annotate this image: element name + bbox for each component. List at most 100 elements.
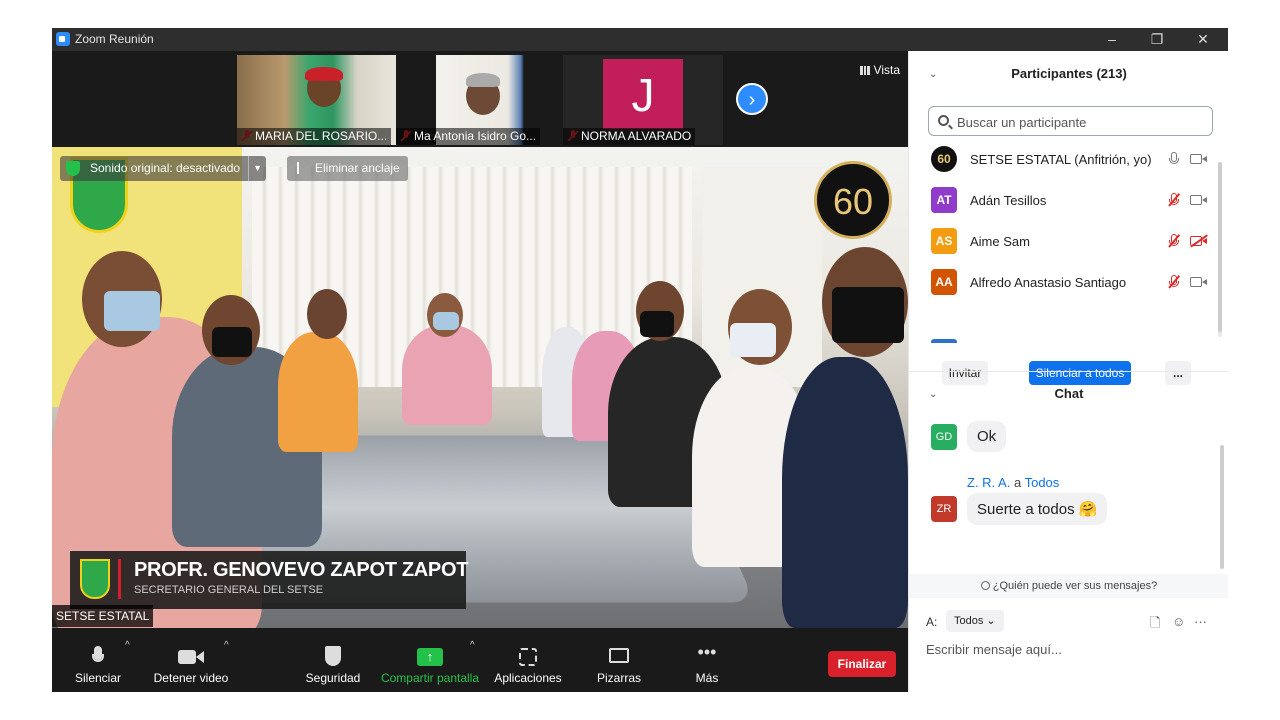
- participant-strip: MARIA DEL ROSARIO... Ma Antonia Isidro G…: [52, 51, 908, 147]
- chevron-up-icon[interactable]: ^: [470, 640, 475, 651]
- zoom-window: Zoom Reunión – ❐ ✕ MARIA DEL ROSARIO...: [52, 28, 1228, 692]
- participant-row[interactable]: AA Alfredo Anastasio Santiago: [931, 266, 1221, 300]
- chat-message: Ok: [967, 421, 1007, 452]
- lower-third-overlay: PROFR. GENOVEVO ZAPOT ZAPOT SECRETARIO G…: [70, 551, 468, 609]
- title-bar: Zoom Reunión – ❐ ✕: [52, 28, 1228, 51]
- view-button[interactable]: Vista: [859, 63, 900, 77]
- video-tile[interactable]: MARIA DEL ROSARIO...: [237, 55, 397, 145]
- whiteboards-label: Pizarras: [596, 671, 641, 685]
- minimize-button[interactable]: –: [1092, 29, 1132, 49]
- divider: [118, 559, 121, 599]
- sender-to-word: a: [1013, 475, 1022, 490]
- unpin-button[interactable]: Eliminar anclaje: [287, 156, 408, 181]
- share-screen-button[interactable]: ↑ Compartir pantalla: [378, 628, 482, 692]
- video-camera-icon: [178, 646, 204, 668]
- participant-hair: [305, 67, 343, 81]
- video-camera-icon[interactable]: [1190, 277, 1207, 287]
- participant-name: Alfredo Anastasio Santiago: [970, 275, 1127, 290]
- attendee: [278, 332, 358, 452]
- face-mask: [730, 323, 776, 357]
- file-icon[interactable]: 🗋: [1150, 614, 1160, 636]
- attendee: [402, 325, 492, 425]
- original-sound-label: Sonido original: desactivado: [90, 161, 241, 175]
- avatar: GD: [931, 424, 957, 450]
- view-label: Vista: [873, 63, 900, 77]
- video-tile[interactable]: J NORMA ALVARADO: [563, 55, 723, 145]
- security-label: Seguridad: [305, 671, 361, 685]
- close-button[interactable]: ✕: [1183, 29, 1223, 49]
- security-button[interactable]: Seguridad: [304, 628, 362, 692]
- pin-icon: [297, 162, 305, 174]
- muted-mic-icon[interactable]: [1167, 233, 1181, 249]
- muted-mic-icon[interactable]: [1167, 274, 1181, 290]
- video-tile[interactable]: Ma Antonia Isidro Go...: [396, 55, 556, 145]
- attendee-head: [307, 289, 347, 339]
- active-speaker-video: 60 Sonido original: desactivado ▼ Elimin…: [52, 147, 908, 628]
- more-dots-icon[interactable]: ···: [1194, 614, 1207, 629]
- participants-scrollbar[interactable]: [1218, 162, 1222, 337]
- chat-title: Chat: [1054, 386, 1084, 401]
- participant-hair: [466, 73, 500, 87]
- meeting-toolbar: Silenciar ^ Detener video ^ Seguridad ↑ …: [52, 628, 908, 692]
- apps-label: Aplicaciones: [494, 671, 562, 685]
- whiteboards-button[interactable]: Pizarras: [590, 628, 648, 692]
- microphone-icon: [92, 646, 104, 668]
- more-label: Más: [695, 671, 719, 685]
- end-meeting-button[interactable]: Finalizar: [828, 651, 896, 677]
- restore-button[interactable]: ❐: [1137, 29, 1177, 49]
- grid-icon: [859, 66, 870, 75]
- video-camera-icon[interactable]: [1190, 195, 1207, 205]
- recipient-dropdown[interactable]: Todos ⌄: [946, 610, 1004, 632]
- meeting-area: MARIA DEL ROSARIO... Ma Antonia Isidro G…: [52, 51, 908, 692]
- participant-search[interactable]: [928, 106, 1213, 136]
- apps-button[interactable]: Aplicaciones: [492, 628, 564, 692]
- participant-row[interactable]: 60 SETSE ESTATAL (Anfitrión, yo): [931, 143, 1221, 177]
- face-mask: [433, 312, 459, 330]
- participant-name: Ma Antonia Isidro Go...: [396, 128, 541, 145]
- mute-all-button[interactable]: Silenciar a todos: [1029, 361, 1131, 385]
- avatar: AT: [931, 187, 957, 213]
- share-screen-icon: ↑: [417, 646, 443, 668]
- side-panel: ⌄ Participantes (213) 60 SETSE ESTATAL (…: [908, 51, 1228, 692]
- chat-scrollbar[interactable]: [1220, 445, 1224, 569]
- visibility-label: ¿Quién puede ver sus mensajes?: [992, 580, 1158, 592]
- recipient-name[interactable]: Todos: [1025, 475, 1060, 490]
- participant-name: SETSE ESTATAL (Anfitrión, yo): [970, 152, 1152, 167]
- zoom-logo-icon: [56, 32, 70, 46]
- stop-video-button[interactable]: Detener video: [148, 628, 234, 692]
- mute-button[interactable]: Silenciar: [70, 628, 126, 692]
- chat-sender-line: Z. R. A. a Todos: [967, 475, 1059, 490]
- avatar: AA: [931, 269, 957, 295]
- anniversary-badge: 60: [814, 161, 892, 239]
- unpin-label: Eliminar anclaje: [315, 161, 400, 175]
- more-button[interactable]: ••• Más: [682, 628, 732, 692]
- original-sound-toggle[interactable]: Sonido original: desactivado ▼: [60, 156, 267, 181]
- invite-button[interactable]: Invitar: [942, 361, 988, 385]
- video-camera-icon[interactable]: [1190, 154, 1207, 164]
- chevron-up-icon[interactable]: ^: [224, 640, 229, 651]
- avatar: AS: [931, 228, 957, 254]
- speaker-position: SECRETARIO GENERAL DEL SETSE: [134, 584, 324, 596]
- participants-more-button[interactable]: ...: [1165, 361, 1191, 385]
- muted-mic-icon[interactable]: [1167, 192, 1181, 208]
- participant-row[interactable]: AT Adán Tesillos: [931, 184, 1221, 218]
- apps-icon: [519, 646, 537, 668]
- chevron-up-icon[interactable]: ^: [125, 640, 130, 651]
- face-mask: [104, 291, 160, 331]
- next-page-arrow-icon[interactable]: ›: [736, 83, 768, 115]
- emoji-icon[interactable]: ☺: [1172, 614, 1185, 629]
- avatar: 60: [931, 146, 957, 172]
- avatar: ZR: [931, 496, 957, 522]
- message-input[interactable]: Escribir mensaje aquí...: [926, 642, 1062, 657]
- microphone-icon[interactable]: [1167, 151, 1181, 167]
- sender-name[interactable]: Z. R. A.: [967, 475, 1010, 490]
- video-off-icon[interactable]: [1190, 234, 1208, 248]
- chevron-down-icon[interactable]: ▼: [248, 156, 266, 181]
- more-dots-icon: •••: [697, 642, 717, 662]
- participant-row[interactable]: AS Aime Sam: [931, 225, 1221, 259]
- speaker-name-tag: SETSE ESTATAL: [52, 605, 154, 627]
- attendee: [782, 357, 908, 628]
- shield-icon: [66, 161, 80, 176]
- message-visibility-info[interactable]: ¿Quién puede ver sus mensajes?: [909, 574, 1228, 598]
- search-input[interactable]: [955, 112, 1205, 132]
